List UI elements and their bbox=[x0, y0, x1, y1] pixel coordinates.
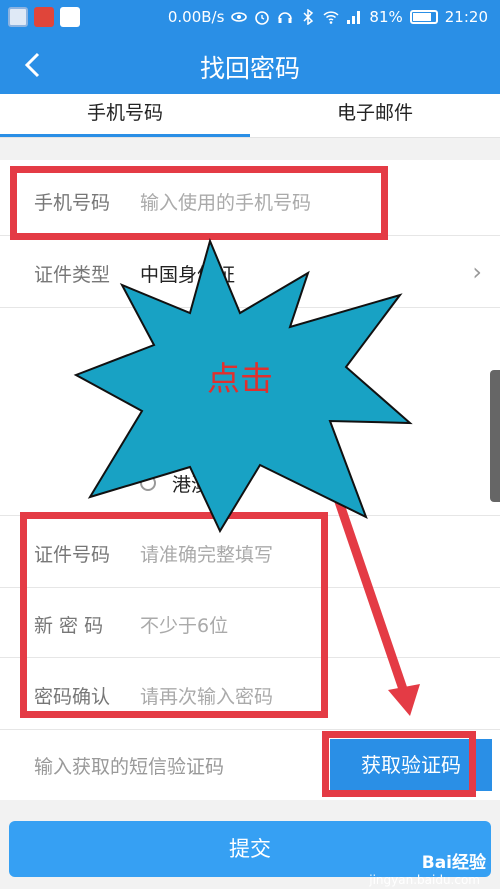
network-speed: 0.00B/s bbox=[167, 8, 225, 26]
battery-percent: 81% bbox=[369, 8, 403, 26]
alarm-icon bbox=[255, 11, 270, 25]
highlight-box-get-code bbox=[322, 731, 476, 797]
battery-icon bbox=[409, 10, 438, 24]
qq-app-icon bbox=[60, 7, 80, 27]
headset-icon bbox=[278, 12, 293, 23]
music-app-icon bbox=[34, 7, 54, 27]
scrollbar[interactable] bbox=[490, 370, 500, 502]
title-bar: 找回密码 bbox=[0, 36, 500, 94]
tab-phone[interactable]: 手机号码 bbox=[0, 94, 250, 137]
chevron-right-icon: › bbox=[472, 258, 482, 286]
clock: 21:20 bbox=[444, 8, 488, 26]
bluetooth-icon bbox=[303, 9, 314, 25]
highlight-box-fields bbox=[20, 512, 328, 718]
tab-bar: 手机号码 电子邮件 bbox=[0, 94, 500, 138]
signal-icon bbox=[347, 11, 361, 24]
wifi-icon bbox=[323, 11, 339, 24]
submit-button[interactable]: 提交 bbox=[9, 821, 491, 877]
page-title: 找回密码 bbox=[199, 54, 300, 83]
eye-icon bbox=[231, 12, 248, 22]
status-indicators: 0.00B/s 81% 21:20 bbox=[168, 8, 488, 26]
shield-app-icon bbox=[8, 7, 28, 27]
watermark-url: jingyan.baidu.com bbox=[369, 873, 480, 887]
sms-code-input[interactable]: 输入获取的短信验证码 bbox=[34, 752, 224, 779]
tab-email[interactable]: 电子邮件 bbox=[250, 94, 500, 137]
status-bar: 0.00B/s 81% 21:20 bbox=[0, 0, 500, 36]
watermark-logo: Bai经验 bbox=[421, 853, 486, 873]
callout-text: 点击 bbox=[207, 359, 273, 398]
highlight-box-phone bbox=[10, 166, 388, 240]
notification-icons bbox=[8, 7, 80, 27]
